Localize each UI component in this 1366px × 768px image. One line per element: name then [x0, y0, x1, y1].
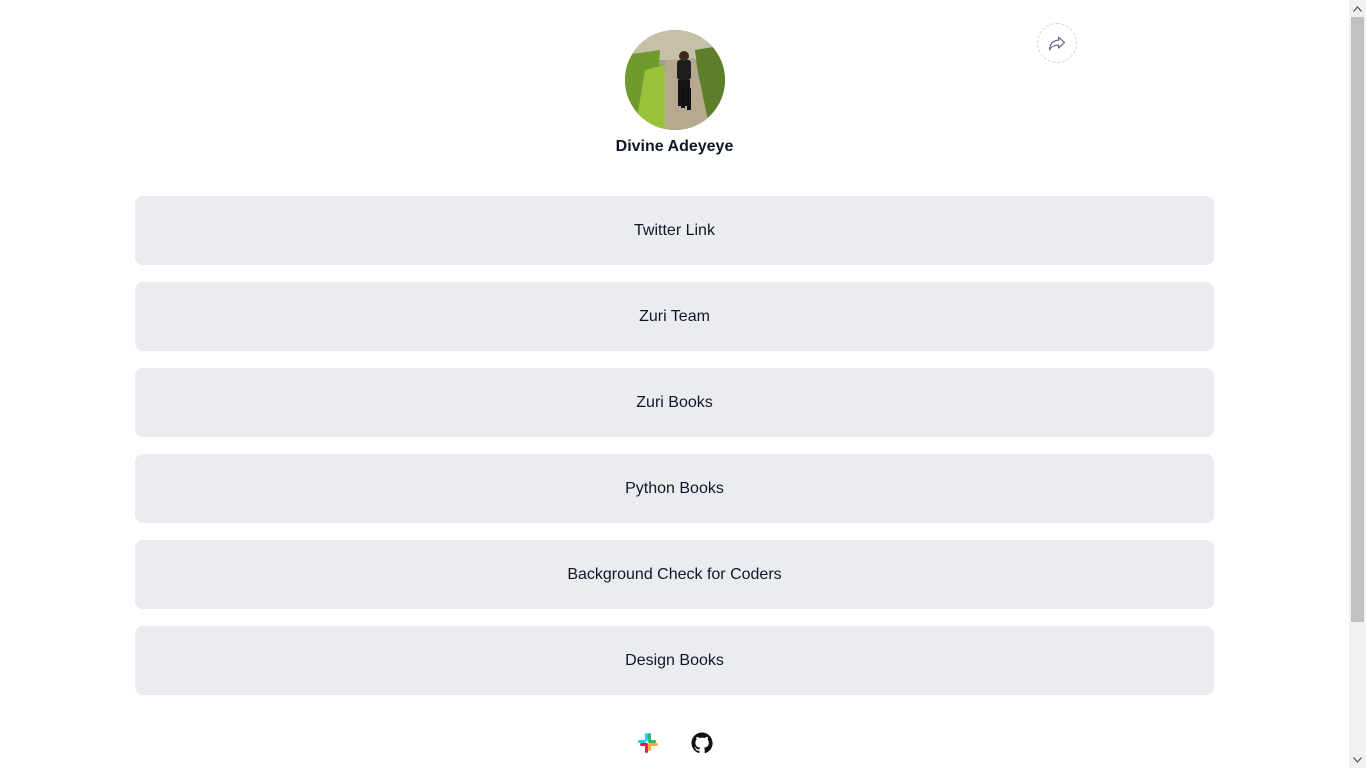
github-icon[interactable] — [690, 731, 714, 755]
links-list: Twitter Link Zuri Team Zuri Books Python… — [135, 196, 1214, 712]
design-books-button[interactable]: Design Books — [135, 626, 1214, 695]
scroll-thumb[interactable] — [1351, 17, 1364, 622]
zuri-books-button[interactable]: Zuri Books — [135, 368, 1214, 437]
twitter-link-button[interactable]: Twitter Link — [135, 196, 1214, 265]
avatar — [624, 30, 725, 130]
background-check-button[interactable]: Background Check for Coders — [135, 540, 1214, 609]
slack-icon[interactable] — [636, 731, 660, 755]
profile-name: Divine Adeyeye — [615, 138, 734, 155]
scroll-up-arrow[interactable] — [1349, 0, 1366, 17]
profile-section: Divine Adeyeye — [0, 30, 1349, 157]
page: Divine Adeyeye Twitter Link Zuri Team Zu… — [0, 0, 1349, 768]
vertical-scrollbar[interactable] — [1349, 0, 1366, 768]
python-books-button[interactable]: Python Books — [135, 454, 1214, 523]
scroll-down-arrow[interactable] — [1349, 751, 1366, 768]
zuri-team-button[interactable]: Zuri Team — [135, 282, 1214, 351]
footer-social-icons — [0, 731, 1349, 755]
